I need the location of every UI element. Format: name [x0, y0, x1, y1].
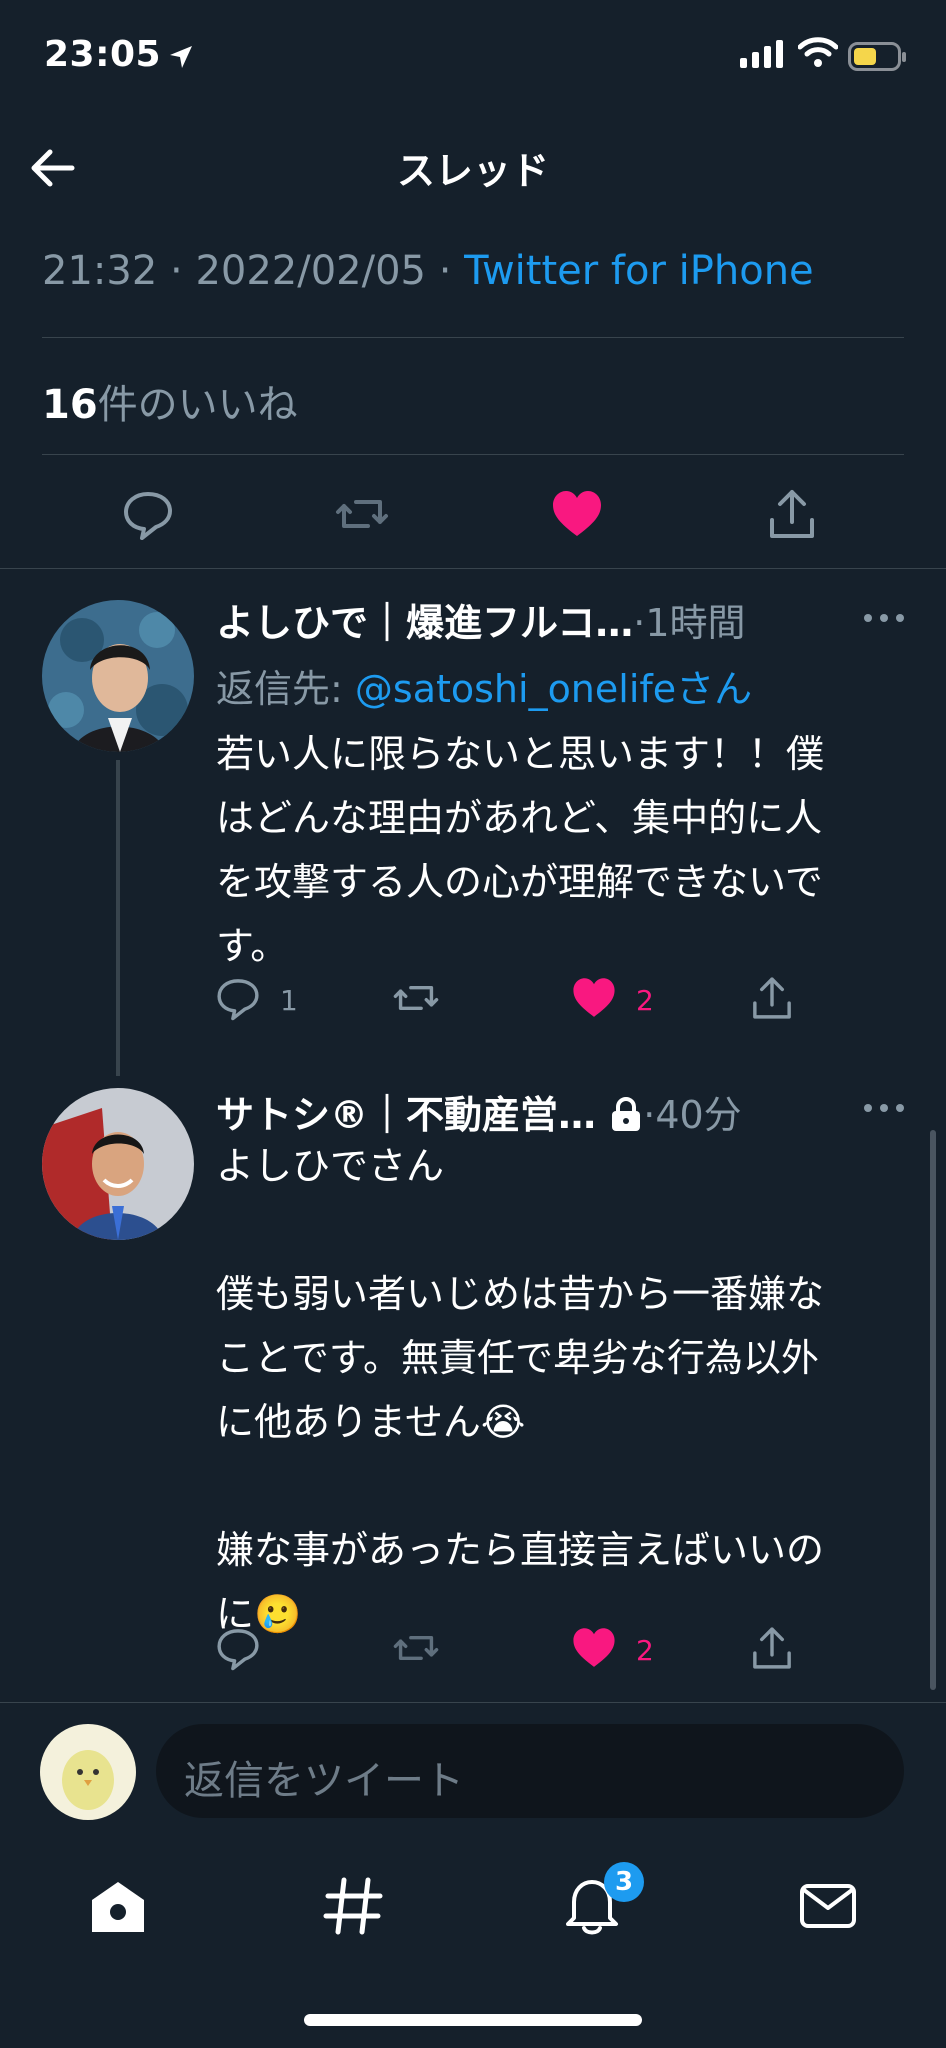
reply-to-label: 返信先:: [216, 667, 355, 711]
thread-line: [116, 760, 120, 1076]
likes-label: 件のいいね: [97, 382, 298, 428]
like-count: 2: [636, 1634, 654, 1667]
retweet-icon[interactable]: [392, 974, 440, 1022]
heart-icon[interactable]: [570, 1624, 618, 1672]
tweet-source-link[interactable]: Twitter for iPhone: [464, 248, 814, 294]
reply-input-placeholder: 返信をツイート: [184, 1758, 464, 1804]
lock-icon: [609, 1096, 643, 1132]
reply-icon[interactable]: [214, 974, 262, 1022]
reply-to-handle-link[interactable]: @satoshi_onelifeさん: [355, 667, 752, 711]
retweet-icon[interactable]: [392, 1624, 440, 1672]
divider: [42, 454, 904, 455]
notifications-badge: 3: [604, 1862, 644, 1902]
tweet-text: 若い人に限らないと思います！！僕 はどんな理由があれど、集中的に人 を攻撃する人…: [216, 732, 825, 968]
tweet-time: 21:32: [42, 248, 158, 294]
retweet-icon[interactable]: [334, 486, 390, 542]
reply-to: 返信先: @satoshi_onelifeさん: [216, 658, 752, 713]
share-icon[interactable]: [764, 486, 820, 542]
divider: [42, 337, 904, 338]
home-icon[interactable]: [86, 1876, 150, 1940]
tweet-author[interactable]: よしひで｜爆進フルコ…·1時間: [216, 592, 746, 647]
tweet-timestamp: ·1時間: [633, 601, 746, 645]
share-icon[interactable]: [748, 974, 796, 1022]
reply-icon[interactable]: [214, 1624, 262, 1672]
tweet-author[interactable]: サトシ®｜不動産営… ·40分: [216, 1084, 742, 1139]
avatar[interactable]: [40, 1724, 136, 1820]
battery-icon: [848, 42, 908, 72]
share-icon[interactable]: [748, 1624, 796, 1672]
divider: [0, 568, 946, 569]
signal-icon: [740, 40, 784, 68]
heart-icon[interactable]: [549, 486, 605, 542]
likes-summary[interactable]: 16件のいいね: [42, 372, 298, 430]
more-icon[interactable]: [862, 612, 906, 624]
mail-icon[interactable]: [796, 1874, 860, 1938]
page-title: スレッド: [396, 149, 549, 193]
tweet-timestamp: ·40分: [643, 1093, 742, 1137]
meta-separator: ·: [170, 248, 196, 294]
scrollbar[interactable]: [930, 1130, 936, 1690]
meta-separator: ·: [438, 248, 465, 294]
likes-count: 16: [42, 382, 98, 428]
author-name: よしひで｜爆進フルコ…: [216, 601, 634, 645]
more-icon[interactable]: [862, 1102, 906, 1114]
like-count: 2: [636, 984, 654, 1017]
location-arrow-icon: [168, 44, 194, 70]
author-name: サトシ®｜不動産営…: [216, 1093, 597, 1137]
home-indicator[interactable]: [304, 2014, 642, 2026]
reply-count: 1: [280, 984, 298, 1017]
avatar[interactable]: [42, 1088, 194, 1240]
hashtag-icon[interactable]: [322, 1874, 386, 1938]
divider: [0, 1702, 946, 1703]
reply-icon[interactable]: [120, 486, 176, 542]
tweet-meta: 21:32 · 2022/02/05 · Twitter for iPhone: [42, 248, 814, 294]
status-time: 23:05: [44, 34, 162, 75]
heart-icon[interactable]: [570, 974, 618, 1022]
tweet-date: 2022/02/05: [195, 248, 426, 294]
tweet-text: よしひでさん 僕も弱い者いじめは昔から一番嫌な ことです。無責任で卑劣な行為以外…: [216, 1144, 825, 1636]
avatar[interactable]: [42, 600, 194, 752]
wifi-icon: [798, 36, 838, 68]
